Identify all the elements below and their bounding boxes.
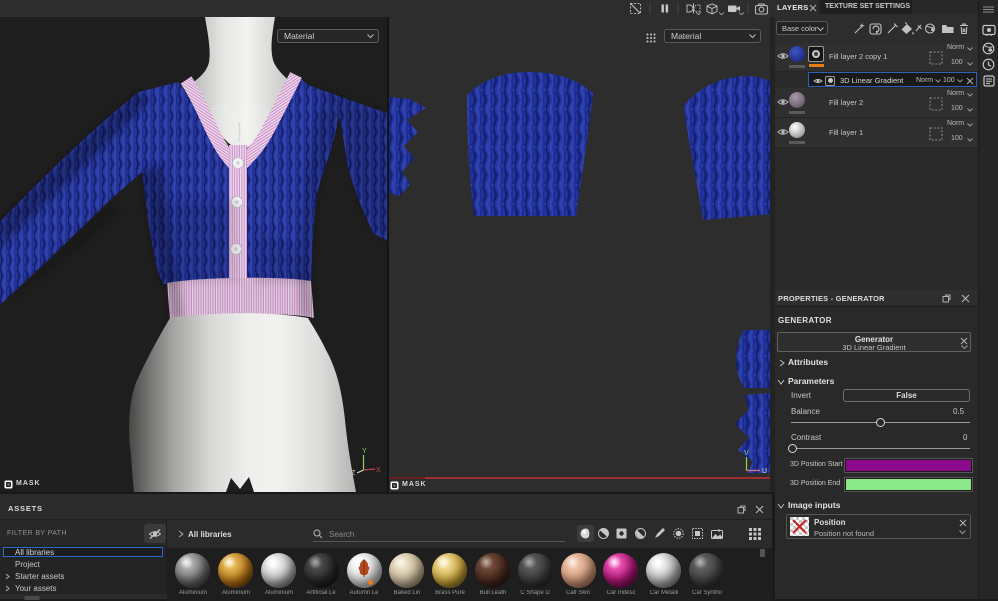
svg-text:Z: Z <box>351 470 356 477</box>
svg-text:U: U <box>762 468 767 475</box>
svg-text:X: X <box>376 467 381 474</box>
svg-text:V: V <box>744 450 749 457</box>
svg-text:Y: Y <box>362 448 367 455</box>
